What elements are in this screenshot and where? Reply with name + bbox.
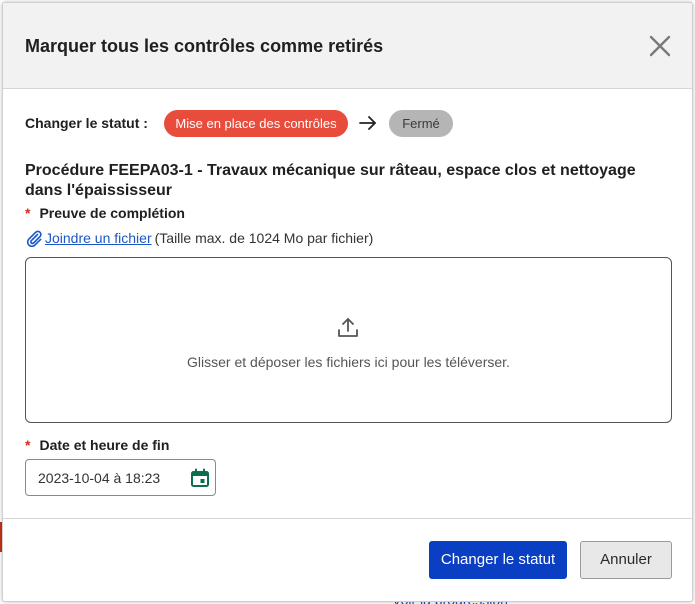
current-status-badge: Mise en place des contrôles (164, 110, 348, 137)
file-dropzone[interactable]: Glisser et déposer les fichiers ici pour… (25, 257, 672, 423)
cancel-button[interactable]: Annuler (580, 541, 672, 579)
required-marker: * (25, 205, 31, 221)
paperclip-icon[interactable] (25, 229, 43, 247)
end-date-input[interactable]: 2023-10-04 à 18:23 (25, 459, 216, 496)
status-label: Changer le statut : (25, 115, 148, 131)
modal-title: Marquer tous les contrôles comme retirés (25, 36, 384, 56)
end-date-label: * Date et heure de fin (25, 437, 169, 453)
file-size-hint: (Taille max. de 1024 Mo par fichier) (154, 230, 374, 246)
required-marker: * (25, 437, 31, 453)
calendar-icon[interactable] (190, 468, 210, 488)
proof-label-text: Preuve de complétion (39, 205, 185, 221)
footer-divider (3, 518, 692, 519)
next-status-badge: Fermé (389, 110, 453, 137)
dropzone-text: Glisser et déposer les fichiers ici pour… (187, 354, 510, 370)
change-status-button[interactable]: Changer le statut (429, 541, 567, 579)
end-date-value: 2023-10-04 à 18:23 (38, 470, 161, 486)
modal-dialog: Marquer tous les contrôles comme retirés… (2, 2, 693, 602)
status-change-row: Changer le statut : Mise en place des co… (25, 109, 665, 137)
arrow-right-icon (359, 116, 376, 130)
end-date-label-text: Date et heure de fin (39, 437, 170, 453)
proof-label: * Preuve de complétion (25, 205, 185, 221)
attach-file-link[interactable]: Joindre un fichier (45, 230, 152, 246)
procedure-title: Procédure FEEPA03-1 - Travaux mécanique … (25, 162, 636, 199)
close-button[interactable] (645, 31, 675, 61)
upload-icon (338, 318, 358, 337)
attach-file-row: Joindre un fichier (Taille max. de 1024 … (25, 229, 373, 247)
close-icon (649, 35, 671, 57)
modal-header: Marquer tous les contrôles comme retirés (3, 3, 692, 89)
